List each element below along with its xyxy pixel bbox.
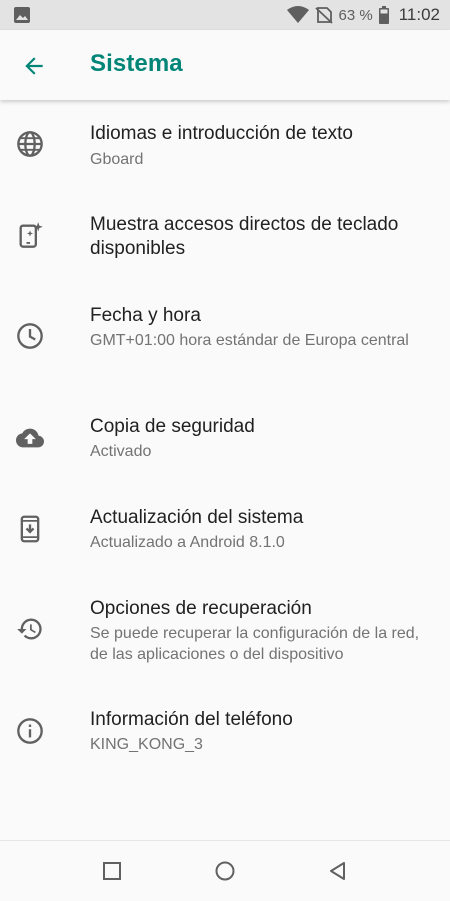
clock-time: 11:02 (398, 5, 440, 24)
recents-icon[interactable] (101, 860, 123, 882)
settings-item-reset-options[interactable]: Opciones de recuperación Se puede recupe… (0, 575, 450, 686)
navigation-bar (0, 840, 450, 901)
settings-item-subtitle: Gboard (90, 151, 144, 168)
settings-item-title: Fecha y hora (90, 305, 201, 326)
globe-icon (17, 131, 43, 157)
back-icon[interactable] (327, 860, 349, 882)
battery-icon (378, 6, 389, 24)
battery-percent: 63 % (338, 6, 373, 24)
settings-item-date-time[interactable]: Fecha y hora GMT+01:00 hora estándar de … (0, 282, 450, 393)
settings-item-subtitle: Activado (90, 443, 152, 460)
clock-icon (17, 323, 43, 349)
settings-item-title: Opciones de recuperación (90, 598, 312, 619)
arrow-back-icon[interactable] (21, 53, 47, 79)
system-update-icon (20, 515, 40, 543)
info-icon (17, 718, 43, 744)
app-bar: Sistema (0, 30, 450, 100)
settings-item-keyboard-shortcuts[interactable]: Muestra accesos directos de teclado disp… (0, 191, 450, 282)
settings-item-title: Información del teléfono (90, 709, 293, 730)
settings-item-backup[interactable]: Copia de seguridad Activado (0, 393, 450, 484)
settings-item-title: Idiomas e introducción de texto (90, 123, 353, 144)
settings-item-languages[interactable]: Idiomas e introducción de texto Gboard (0, 100, 450, 191)
wifi-icon (286, 6, 309, 23)
image-notification-icon (14, 7, 30, 23)
settings-item-subtitle: Actualizado a Android 8.1.0 (90, 534, 285, 551)
settings-item-subtitle: KING_KONG_3 (90, 736, 203, 753)
home-icon[interactable] (214, 860, 236, 882)
settings-item-title: Muestra accesos directos de teclado disp… (90, 214, 399, 259)
settings-item-system-update[interactable]: Actualización del sistema Actualizado a … (0, 484, 450, 575)
settings-item-subtitle: GMT+01:00 hora estándar de Europa centra… (90, 332, 409, 349)
page-title: Sistema (90, 50, 183, 77)
settings-item-title: Actualización del sistema (90, 507, 304, 528)
status-bar: 63 % 11:02 (0, 0, 450, 30)
settings-item-about-phone[interactable]: Información del teléfono KING_KONG_3 (0, 686, 450, 777)
restore-icon (17, 618, 42, 640)
settings-item-subtitle: Se puede recuperar la configuración de l… (90, 625, 420, 663)
keyboard-shortcuts-icon (19, 222, 43, 248)
no-signal-icon (314, 7, 333, 24)
cloud-upload-icon (16, 428, 44, 448)
settings-item-title: Copia de seguridad (90, 416, 255, 437)
